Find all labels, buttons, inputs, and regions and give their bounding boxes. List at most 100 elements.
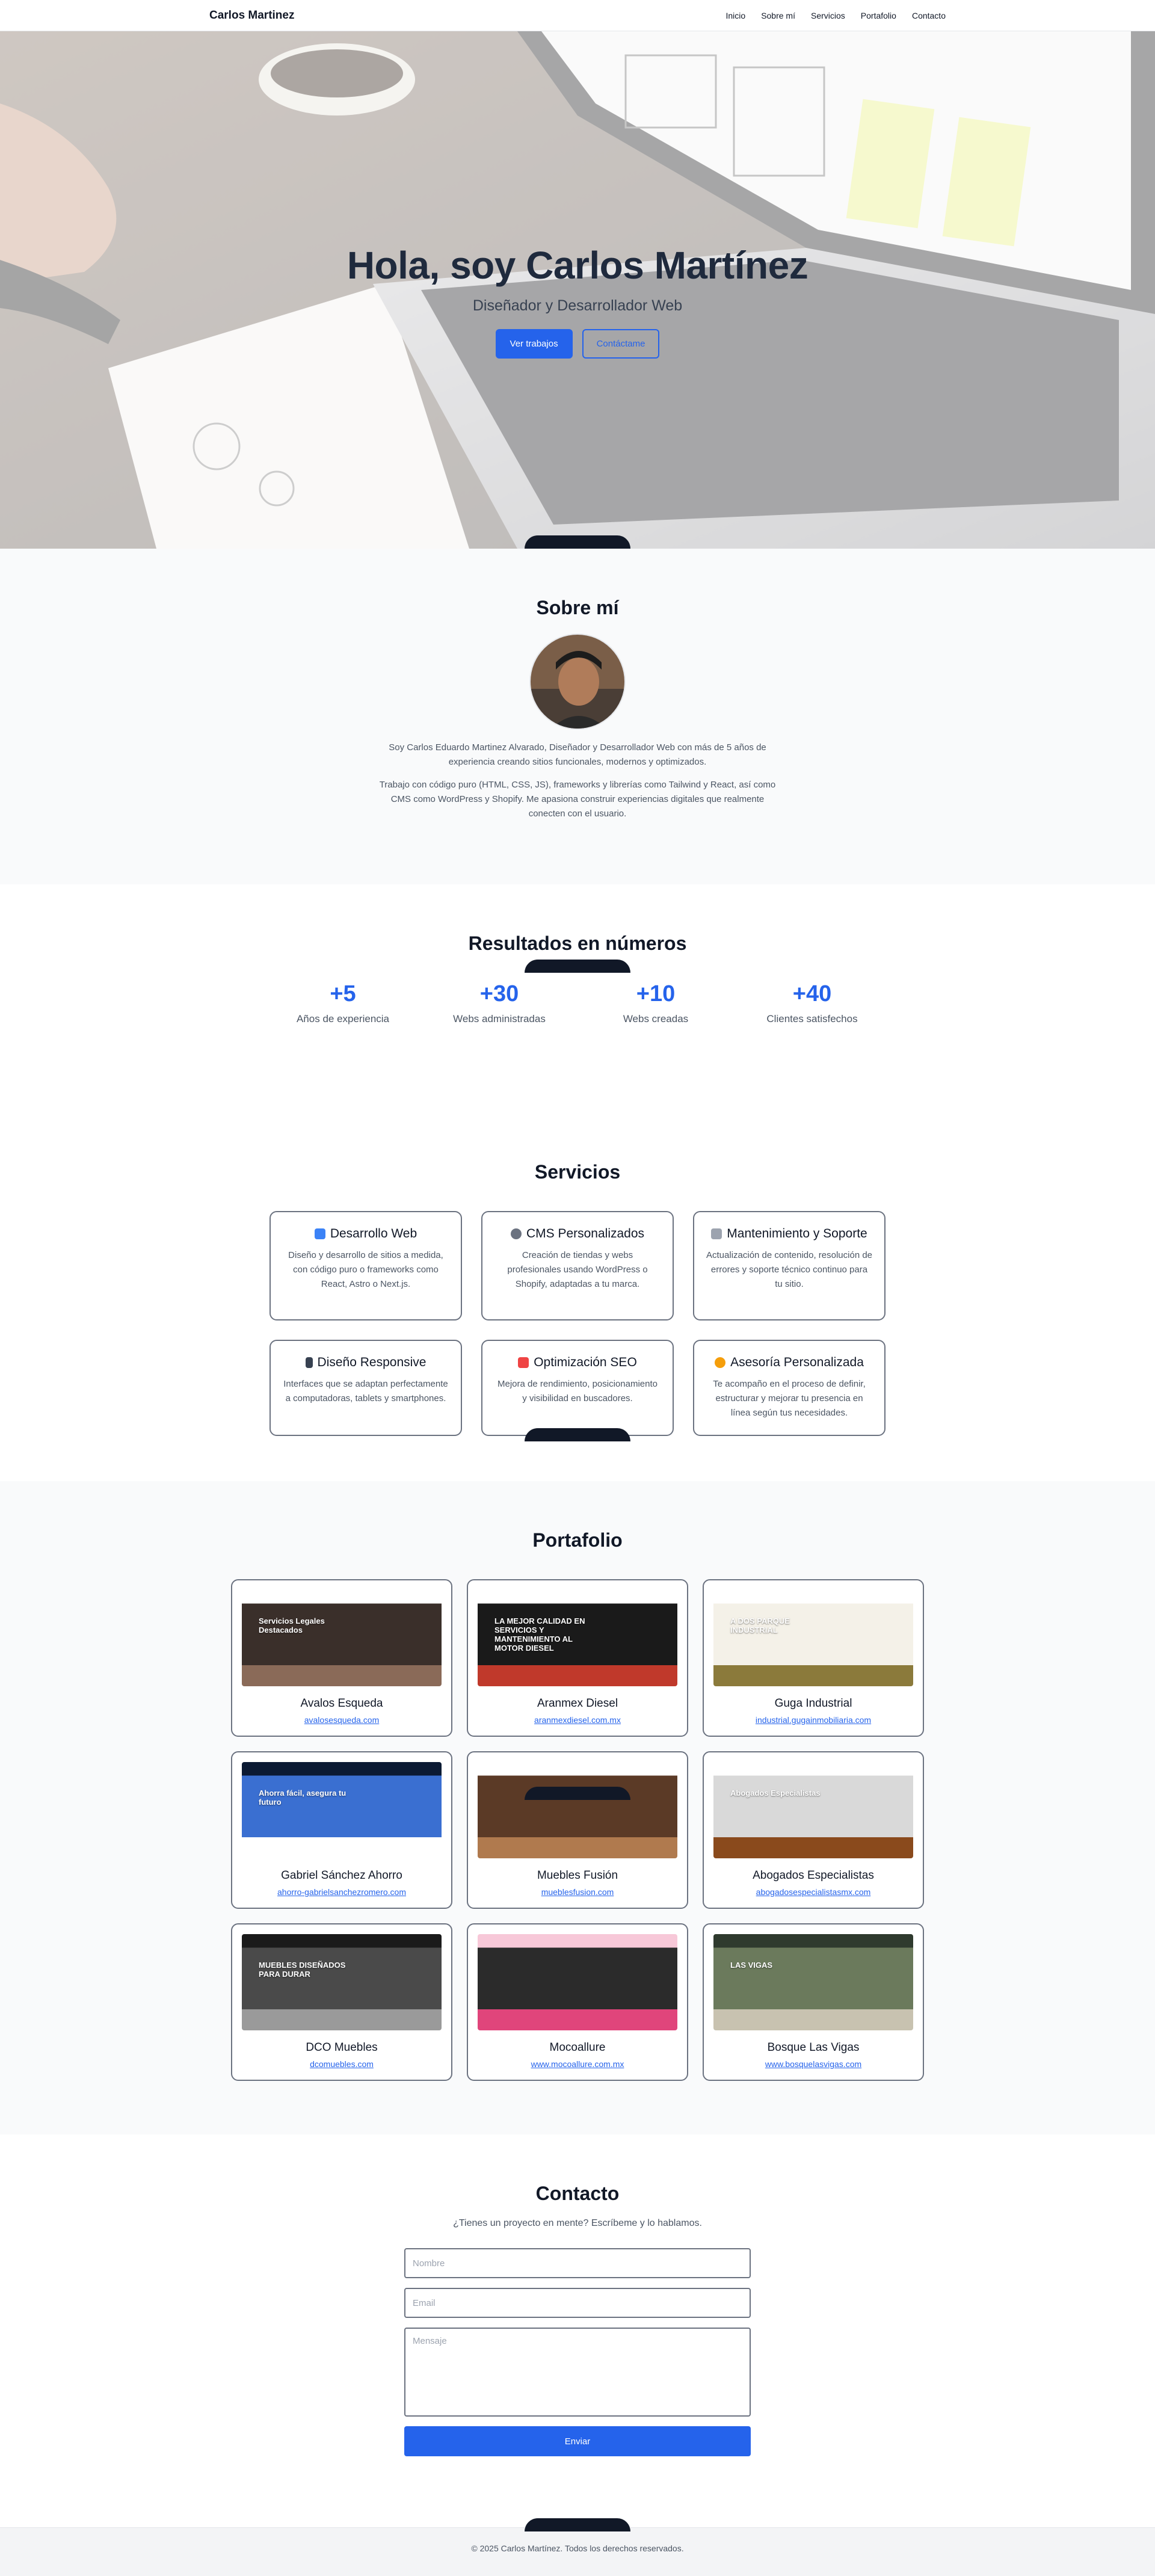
portfolio-project-name: Abogados Especialistas bbox=[713, 1869, 913, 1882]
nav-link-servicios[interactable]: Servicios bbox=[811, 11, 845, 20]
contact-me-button[interactable]: Contáctame bbox=[582, 329, 660, 359]
service-card-header: Optimización SEO bbox=[494, 1355, 661, 1370]
portfolio-card[interactable]: A DOS PARQUE INDUSTRIALGuga Industrialin… bbox=[703, 1579, 924, 1737]
message-field[interactable] bbox=[404, 2328, 751, 2417]
nav-link-portafolio[interactable]: Portafolio bbox=[861, 11, 896, 20]
stats-section: Resultados en números +5 Años de experie… bbox=[0, 884, 1155, 1120]
footer: © 2025 Carlos Martínez. Todos los derech… bbox=[0, 2527, 1155, 2576]
stat-label: Clientes satisfechos bbox=[746, 1013, 878, 1025]
service-text: Actualización de contenido, resolución d… bbox=[706, 1248, 872, 1292]
service-title: Mantenimiento y Soporte bbox=[727, 1227, 867, 1241]
portfolio-project-link[interactable]: mueblesfusion.com bbox=[541, 1887, 614, 1897]
about-paragraph-1: Soy Carlos Eduardo Martinez Alvarado, Di… bbox=[373, 741, 782, 769]
portfolio-card[interactable]: LA MEJOR CALIDAD EN SERVICIOS Y MANTENIM… bbox=[467, 1579, 688, 1737]
portfolio-thumbnail[interactable]: Ahorra fácil, asegura tu futuro bbox=[242, 1762, 442, 1858]
stat-value: +10 bbox=[590, 981, 722, 1007]
hero-subtitle: Diseñador y Desarrollador Web bbox=[0, 297, 1155, 315]
service-card-header: Asesoría Personalizada bbox=[706, 1355, 872, 1370]
services-grid: Desarrollo Web Diseño y desarrollo de si… bbox=[270, 1211, 886, 1436]
stat-value: +40 bbox=[746, 981, 878, 1007]
portfolio-project-name: Gabriel Sánchez Ahorro bbox=[242, 1869, 442, 1882]
floating-pill-tab[interactable] bbox=[525, 960, 630, 973]
portfolio-thumbnail[interactable]: MUEBLES DISEÑADOS PARA DURAR bbox=[242, 1934, 442, 2030]
floating-pill-tab[interactable] bbox=[525, 1428, 630, 1441]
portfolio-thumbnail-headline: LA MEJOR CALIDAD EN SERVICIOS Y MANTENIM… bbox=[494, 1616, 597, 1653]
stat-value: +30 bbox=[433, 981, 565, 1007]
email-field[interactable] bbox=[404, 2288, 751, 2318]
portfolio-project-link[interactable]: industrial.gugainmobiliaria.com bbox=[756, 1715, 871, 1725]
service-title: CMS Personalizados bbox=[526, 1227, 644, 1241]
service-text: Diseño y desarrollo de sitios a medida, … bbox=[283, 1248, 449, 1292]
service-card-header: Mantenimiento y Soporte bbox=[706, 1227, 872, 1241]
portfolio-card[interactable]: Muebles Fusión mueblesfusion.com bbox=[467, 1751, 688, 1909]
contact-section: Contacto ¿Tienes un proyecto en mente? E… bbox=[0, 2134, 1155, 2527]
nav-links: Inicio Sobre mí Servicios Portafolio Con… bbox=[726, 11, 946, 20]
avatar-photo bbox=[531, 635, 626, 730]
portfolio-thumbnail[interactable]: Abogados Especialistas bbox=[713, 1762, 913, 1858]
portfolio-project-link[interactable]: www.mocoallure.com.mx bbox=[531, 2059, 624, 2069]
about-section: Sobre mí Soy Carlos Eduardo Martinez Alv… bbox=[0, 549, 1155, 884]
rocket-icon bbox=[518, 1357, 529, 1368]
portfolio-card[interactable]: Ahorra fácil, asegura tu futuro Gabriel S… bbox=[231, 1751, 452, 1909]
portfolio-project-link[interactable]: avalosesqueda.com bbox=[304, 1715, 380, 1725]
hero-section: Hola, soy Carlos Martínez Diseñador y De… bbox=[0, 31, 1155, 549]
portfolio-project-name: Muebles Fusión bbox=[478, 1869, 677, 1882]
portfolio-thumbnail-headline: LAS VIGAS bbox=[730, 1961, 833, 1970]
portfolio-thumbnail-headline: Ahorra fácil, asegura tu futuro bbox=[259, 1789, 361, 1807]
service-card: Desarrollo Web Diseño y desarrollo de si… bbox=[270, 1211, 462, 1320]
portfolio-title: Portafolio bbox=[0, 1529, 1155, 1551]
service-card: CMS Personalizados Creación de tiendas y… bbox=[481, 1211, 674, 1320]
portfolio-card[interactable]: LAS VIGASBosque Las Vigaswww.bosquelasvi… bbox=[703, 1923, 924, 2081]
send-button[interactable]: Enviar bbox=[404, 2426, 751, 2456]
service-card-header: CMS Personalizados bbox=[494, 1227, 661, 1241]
portfolio-project-link[interactable]: dcomuebles.com bbox=[310, 2059, 374, 2069]
portfolio-thumbnail[interactable]: Servicios Legales Destacados bbox=[242, 1590, 442, 1686]
portfolio-card[interactable]: Servicios Legales Destacados Avalos Esque… bbox=[231, 1579, 452, 1737]
portfolio-thumbnail[interactable]: LAS VIGAS bbox=[713, 1934, 913, 2030]
floating-pill-tab[interactable] bbox=[525, 535, 630, 549]
view-work-button[interactable]: Ver trabajos bbox=[496, 329, 573, 359]
service-card: Mantenimiento y Soporte Actualización de… bbox=[693, 1211, 886, 1320]
portfolio-project-link[interactable]: abogadosespecialistasmx.com bbox=[756, 1887, 871, 1897]
hero-title: Hola, soy Carlos Martínez bbox=[0, 243, 1155, 288]
portfolio-project-link[interactable]: ahorro-gabrielsanchezromero.com bbox=[277, 1887, 406, 1897]
handshake-icon bbox=[715, 1357, 725, 1368]
tools-icon bbox=[711, 1228, 722, 1239]
portfolio-grid: Servicios Legales Destacados Avalos Esque… bbox=[231, 1579, 924, 2081]
brand-logo[interactable]: Carlos Martinez bbox=[209, 9, 294, 22]
nav-link-contacto[interactable]: Contacto bbox=[912, 11, 946, 20]
contact-title: Contacto bbox=[0, 2183, 1155, 2205]
portfolio-thumbnail[interactable]: A DOS PARQUE INDUSTRIAL bbox=[713, 1590, 913, 1686]
services-section: Servicios Desarrollo Web Diseño y desarr… bbox=[0, 1120, 1155, 1481]
portfolio-thumbnail-headline: Servicios Legales Destacados bbox=[259, 1616, 361, 1635]
mobile-icon bbox=[306, 1357, 313, 1368]
nav-link-inicio[interactable]: Inicio bbox=[726, 11, 746, 20]
portfolio-card[interactable]: MUEBLES DISEÑADOS PARA DURARDCO Mueblesd… bbox=[231, 1923, 452, 2081]
stat-item: +40 Clientes satisfechos bbox=[746, 981, 878, 1025]
hero-content: Hola, soy Carlos Martínez Diseñador y De… bbox=[0, 243, 1155, 359]
footer-copyright: © 2025 Carlos Martínez. Todos los derech… bbox=[471, 2544, 683, 2553]
portfolio-thumbnail-headline: MUEBLES DISEÑADOS PARA DURAR bbox=[259, 1961, 361, 1979]
portfolio-card[interactable]: Abogados Especialistas Abogados Especiali… bbox=[703, 1751, 924, 1909]
service-text: Te acompaño en el proceso de definir, es… bbox=[706, 1377, 872, 1420]
nav-link-sobre-mi[interactable]: Sobre mí bbox=[761, 11, 795, 20]
portfolio-card[interactable]: Mocoallure www.mocoallure.com.mx bbox=[467, 1923, 688, 2081]
portfolio-thumbnail[interactable] bbox=[478, 1762, 677, 1858]
floating-pill-tab[interactable] bbox=[525, 1787, 630, 1800]
portfolio-thumbnail[interactable] bbox=[478, 1934, 677, 2030]
contact-form: Enviar bbox=[404, 2248, 751, 2456]
portfolio-project-name: Mocoallure bbox=[478, 2041, 677, 2054]
service-text: Interfaces que se adaptan perfectamente … bbox=[283, 1377, 449, 1406]
about-paragraph-2: Trabajo con código puro (HTML, CSS, JS),… bbox=[373, 778, 782, 821]
portfolio-project-link[interactable]: www.bosquelasvigas.com bbox=[765, 2059, 861, 2069]
portfolio-project-link[interactable]: aranmexdiesel.com.mx bbox=[534, 1715, 621, 1725]
portfolio-project-name: Aranmex Diesel bbox=[478, 1697, 677, 1710]
portfolio-project-name: Avalos Esqueda bbox=[242, 1697, 442, 1710]
stats-grid: +5 Años de experiencia +30 Webs administ… bbox=[277, 981, 878, 1025]
name-field[interactable] bbox=[404, 2248, 751, 2278]
portfolio-thumbnail[interactable]: LA MEJOR CALIDAD EN SERVICIOS Y MANTENIM… bbox=[478, 1590, 677, 1686]
service-title: Optimización SEO bbox=[534, 1355, 637, 1370]
about-title: Sobre mí bbox=[0, 597, 1155, 619]
portfolio-thumbnail-headline: Abogados Especialistas bbox=[730, 1789, 833, 1798]
floating-pill-tab[interactable] bbox=[525, 2518, 630, 2531]
